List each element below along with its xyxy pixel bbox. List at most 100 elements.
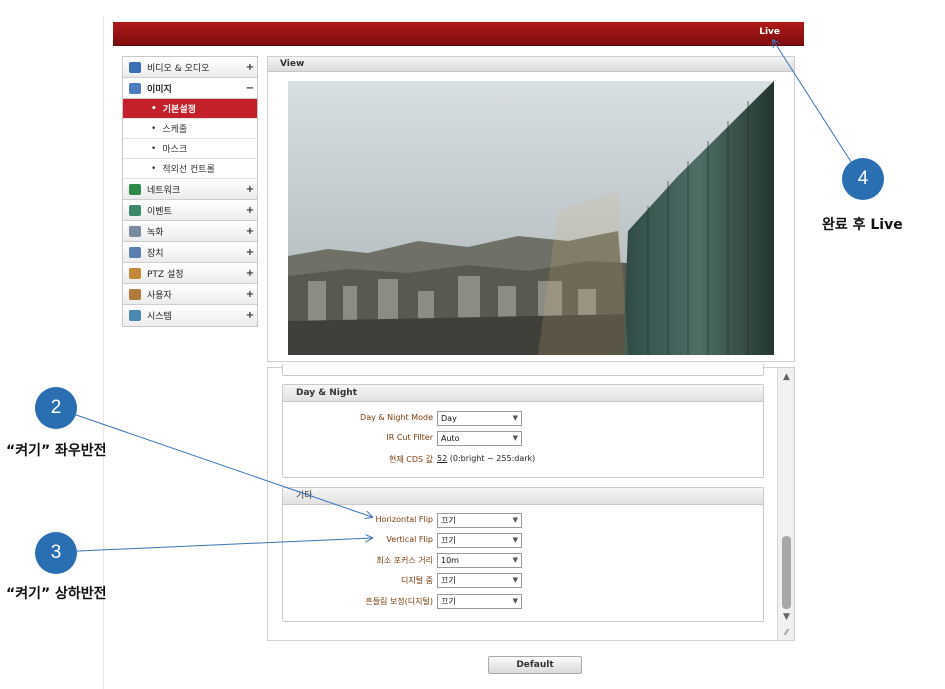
step-3-badge: 3: [35, 532, 77, 574]
dropdown-arrow-icon: ▼: [512, 536, 518, 544]
step-3-caption: “켜기” 상하반전: [6, 586, 107, 602]
camera-image: [288, 81, 774, 355]
sidebar-item-label: 시스템: [147, 312, 172, 322]
sidebar-subitem-label: 기본설정: [162, 105, 196, 115]
view-panel: View: [267, 56, 795, 362]
user-icon: [129, 288, 141, 300]
step-4-badge: 4: [842, 158, 884, 200]
cds-value-text: 52 (0:bright ~ 255:dark): [437, 454, 535, 463]
stabilization-label: 흔들림 보정(디지털): [365, 597, 433, 606]
expand-icon[interactable]: +: [243, 268, 257, 279]
sidebar-item-user[interactable]: 사용자 +: [123, 284, 257, 305]
ir-cut-label: IR Cut Filter: [386, 433, 433, 442]
sidebar-item-label: 이벤트: [147, 206, 172, 217]
sidebar-item-ptz[interactable]: PTZ 설정 +: [123, 263, 257, 284]
stabilization-row: 흔들림 보정(디지털) 끄기 ▼: [283, 594, 763, 610]
vertical-flip-select[interactable]: 끄기 ▼: [437, 533, 522, 548]
min-focus-select[interactable]: 10m ▼: [437, 553, 522, 568]
dropdown-arrow-icon: ▼: [512, 576, 518, 584]
sidebar-item-device[interactable]: 장치 +: [123, 242, 257, 263]
sidebar-item-label: 녹화: [147, 227, 164, 238]
camera-live-view: [288, 81, 774, 355]
bullet-icon: •: [151, 163, 157, 174]
day-night-title: Day & Night: [283, 385, 763, 402]
step-2-caption: “켜기” 좌우반전: [6, 443, 107, 459]
stabilization-select[interactable]: 끄기 ▼: [437, 594, 522, 609]
device-icon: [129, 246, 141, 258]
min-focus-label: 최소 포커스 거리: [376, 556, 433, 565]
top-bar: Live: [113, 22, 804, 46]
cds-label: 현재 CDS 값: [389, 455, 433, 464]
sidebar-item-label: 이미지: [147, 84, 172, 95]
other-group-title: 기타: [283, 488, 763, 505]
stabilization-value: 끄기: [441, 597, 456, 606]
sidebar-subitem-basic-settings[interactable]: • 기본설정: [123, 99, 257, 119]
live-link[interactable]: Live: [759, 27, 780, 37]
sidebar-subitem-mask[interactable]: • 마스크: [123, 139, 257, 159]
cds-value: 52: [437, 454, 448, 463]
horizontal-flip-select[interactable]: 끄기 ▼: [437, 513, 522, 528]
expand-icon[interactable]: +: [243, 247, 257, 258]
dropdown-arrow-icon: ▼: [512, 414, 518, 422]
system-icon: [129, 310, 141, 321]
bullet-icon: •: [151, 143, 157, 154]
day-night-mode-label: Day & Night Mode: [360, 413, 433, 422]
digital-zoom-value: 끄기: [441, 576, 456, 585]
digital-zoom-label: 디지털 줌: [401, 576, 433, 585]
scrollbar[interactable]: ▲ ▼ ⁄⁄: [777, 368, 794, 640]
sidebar-item-label: 장치: [147, 248, 164, 259]
sidebar-item-label: PTZ 설정: [147, 269, 184, 280]
day-night-mode-select[interactable]: Day ▼: [437, 411, 522, 426]
sidebar-menu: 비디오 & 오디오 + 이미지 − • 기본설정 • 스케줄 • 마스크 • 적…: [122, 56, 258, 327]
bullet-icon: •: [151, 103, 157, 114]
sidebar-item-network[interactable]: 네트워크 +: [123, 179, 257, 200]
sidebar-item-record[interactable]: 녹화 +: [123, 221, 257, 242]
horizontal-flip-value: 끄기: [441, 516, 456, 525]
sidebar-subitem-schedule[interactable]: • 스케줄: [123, 119, 257, 139]
dropdown-arrow-icon: ▼: [512, 434, 518, 442]
resize-grip-icon[interactable]: ⁄⁄: [781, 627, 792, 638]
sidebar-item-label: 네트워크: [147, 185, 181, 196]
min-focus-row: 최소 포커스 거리 10m ▼: [283, 553, 763, 569]
expand-icon[interactable]: +: [243, 205, 257, 216]
sidebar-item-video-audio[interactable]: 비디오 & 오디오 +: [123, 57, 257, 78]
sidebar-item-event[interactable]: 이벤트 +: [123, 200, 257, 221]
sidebar-item-system[interactable]: 시스템 +: [123, 305, 257, 326]
vertical-flip-value: 끄기: [441, 536, 456, 545]
expand-icon[interactable]: +: [243, 184, 257, 195]
ir-cut-value: Auto: [441, 434, 460, 443]
sidebar-subitem-label: 적외선 컨트롤: [162, 165, 215, 175]
dropdown-arrow-icon: ▼: [512, 516, 518, 524]
sidebar-subitem-ir-control[interactable]: • 적외선 컨트롤: [123, 159, 257, 179]
day-night-mode-row: Day & Night Mode Day ▼: [283, 411, 763, 427]
view-panel-title: View: [268, 57, 794, 72]
sidebar-item-image[interactable]: 이미지 −: [123, 78, 257, 99]
expand-icon[interactable]: +: [243, 289, 257, 300]
sidebar-item-label: 사용자: [147, 290, 172, 301]
scrollbar-thumb[interactable]: [782, 536, 791, 609]
sidebar-subitem-label: 스케줄: [162, 125, 188, 135]
ptz-icon: [129, 267, 141, 279]
expand-icon[interactable]: +: [243, 310, 257, 321]
vertical-flip-label: Vertical Flip: [386, 535, 433, 544]
expand-icon[interactable]: +: [243, 62, 257, 73]
day-night-group: Day & Night Day & Night Mode Day ▼ IR Cu…: [282, 384, 764, 478]
dropdown-arrow-icon: ▼: [512, 556, 518, 564]
default-button[interactable]: Default: [488, 656, 582, 674]
expand-icon[interactable]: +: [243, 226, 257, 237]
ir-cut-select[interactable]: Auto ▼: [437, 431, 522, 446]
previous-group-edge: [282, 364, 764, 376]
network-icon: [129, 183, 141, 195]
cds-row: 현재 CDS 값 52 (0:bright ~ 255:dark): [283, 452, 763, 468]
sidebar-subitem-label: 마스크: [162, 145, 188, 155]
digital-zoom-select[interactable]: 끄기 ▼: [437, 573, 522, 588]
collapse-icon[interactable]: −: [243, 83, 257, 94]
digital-zoom-row: 디지털 줌 끄기 ▼: [283, 573, 763, 589]
scroll-up-icon[interactable]: ▲: [781, 372, 792, 383]
min-focus-value: 10m: [441, 556, 459, 565]
dropdown-arrow-icon: ▼: [512, 597, 518, 605]
ir-cut-row: IR Cut Filter Auto ▼: [283, 431, 763, 447]
step-2-badge: 2: [35, 387, 77, 429]
scroll-down-icon[interactable]: ▼: [781, 612, 792, 623]
bullet-icon: •: [151, 123, 157, 134]
